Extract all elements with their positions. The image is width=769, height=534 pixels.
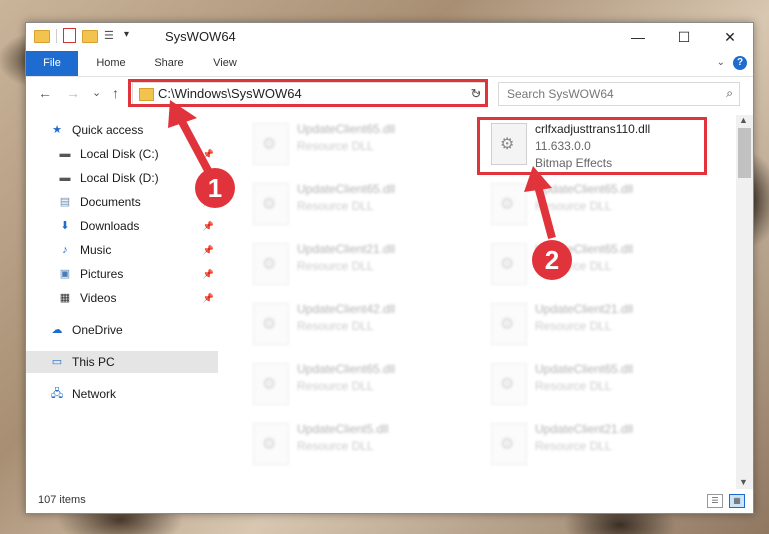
step-badge-1: 1: [195, 168, 235, 208]
annotation-arrows: [168, 100, 556, 240]
arrow-to-address: [168, 100, 216, 180]
arrow-to-file: [524, 166, 556, 240]
step-badge-2: 2: [532, 240, 572, 280]
